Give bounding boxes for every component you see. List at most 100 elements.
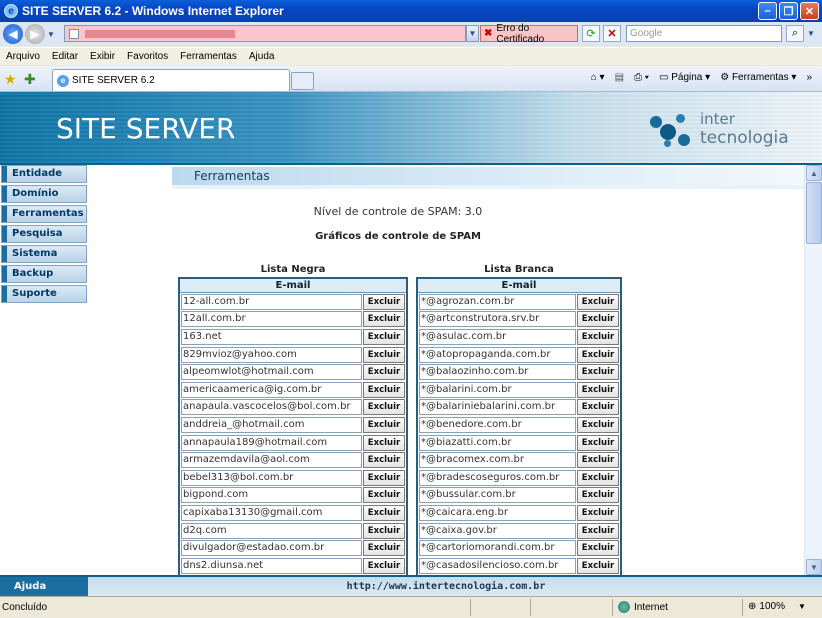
whitelist-delete-button[interactable]: Excluir <box>577 434 619 451</box>
whitelist-delete-button[interactable]: Excluir <box>577 364 619 381</box>
add-favorites-icon[interactable]: ✚ <box>24 71 36 88</box>
whitelist-delete-button[interactable]: Excluir <box>577 522 619 539</box>
favorites-star-icon[interactable]: ★ <box>4 71 17 88</box>
address-dropdown-button[interactable]: ▼ <box>466 25 479 42</box>
minimize-button[interactable]: – <box>758 2 777 20</box>
scroll-down-button[interactable]: ▼ <box>806 559 822 575</box>
whitelist-delete-button[interactable]: Excluir <box>577 346 619 363</box>
blacklist-delete-button[interactable]: Excluir <box>363 364 405 381</box>
blacklist-email-input[interactable]: annapaula189@hotmail.com <box>181 434 362 451</box>
blacklist-email-input[interactable]: d2q.com <box>181 522 362 539</box>
menu-editar[interactable]: Editar <box>52 51 78 62</box>
blacklist-delete-button[interactable]: Excluir <box>363 557 405 574</box>
whitelist-email-input[interactable]: *@caicara.eng.br <box>419 504 576 521</box>
close-button[interactable]: ✕ <box>800 2 819 20</box>
whitelist-delete-button[interactable]: Excluir <box>577 293 619 310</box>
whitelist-delete-button[interactable]: Excluir <box>577 452 619 469</box>
whitelist-delete-button[interactable]: Excluir <box>577 416 619 433</box>
blacklist-delete-button[interactable]: Excluir <box>363 328 405 345</box>
blacklist-email-input[interactable]: bebel313@bol.com.br <box>181 469 362 486</box>
blacklist-email-input[interactable]: armazemdavila@aol.com <box>181 452 362 469</box>
tools-menu[interactable]: ⚙ Ferramentas ▾ <box>720 72 796 83</box>
blacklist-email-input[interactable]: 12all.com.br <box>181 311 362 328</box>
whitelist-email-input[interactable]: *@casadosilencioso.com.br <box>419 557 576 574</box>
search-button[interactable]: ⌕ <box>786 25 804 42</box>
whitelist-email-input[interactable]: *@cartoriomorandi.com.br <box>419 540 576 557</box>
page-menu[interactable]: ▭ Página ▾ <box>659 72 710 83</box>
whitelist-delete-button[interactable]: Excluir <box>577 557 619 574</box>
maximize-button[interactable]: ❐ <box>779 2 798 20</box>
menu-arquivo[interactable]: Arquivo <box>6 51 40 62</box>
menu-exibir[interactable]: Exibir <box>90 51 115 62</box>
blacklist-email-input[interactable]: 829mvioz@yahoo.com <box>181 346 362 363</box>
blacklist-email-input[interactable]: alpeomwlot@hotmail.com <box>181 364 362 381</box>
sidebar-item-pesquisa[interactable]: Pesquisa <box>1 225 87 243</box>
blacklist-delete-button[interactable]: Excluir <box>363 522 405 539</box>
blacklist-delete-button[interactable]: Excluir <box>363 311 405 328</box>
help-link[interactable]: Ajuda <box>0 577 88 596</box>
whitelist-delete-button[interactable]: Excluir <box>577 381 619 398</box>
sidebar-item-sistema[interactable]: Sistema <box>1 245 87 263</box>
sidebar-item-suporte[interactable]: Suporte <box>1 285 87 303</box>
whitelist-delete-button[interactable]: Excluir <box>577 540 619 557</box>
zoom-control[interactable]: ⊕ 100% ▼ <box>748 601 806 612</box>
chevron-more-icon[interactable]: » <box>806 72 812 83</box>
sidebar-item-ferramentas[interactable]: Ferramentas <box>1 205 87 223</box>
blacklist-email-input[interactable]: anddreia_@hotmail.com <box>181 416 362 433</box>
whitelist-email-input[interactable]: *@balariniebalarini.com.br <box>419 399 576 416</box>
blacklist-delete-button[interactable]: Excluir <box>363 487 405 504</box>
whitelist-delete-button[interactable]: Excluir <box>577 469 619 486</box>
certificate-error-button[interactable]: ✖ Erro do Certificado <box>480 23 578 45</box>
address-input[interactable] <box>64 25 466 42</box>
blacklist-email-input[interactable]: bigpond.com <box>181 487 362 504</box>
search-input[interactable]: Google <box>626 25 782 42</box>
home-icon[interactable]: ⌂ ▾ <box>591 72 605 83</box>
stop-button[interactable]: ✕ <box>603 25 621 42</box>
print-icon[interactable]: ⎙ ▾ <box>634 72 649 83</box>
search-options-icon[interactable]: ▼ <box>805 25 817 42</box>
blacklist-email-input[interactable]: 163.net <box>181 328 362 345</box>
blacklist-email-input[interactable]: 12-all.com.br <box>181 293 362 310</box>
whitelist-email-input[interactable]: *@balaozinho.com.br <box>419 364 576 381</box>
whitelist-delete-button[interactable]: Excluir <box>577 328 619 345</box>
whitelist-email-input[interactable]: *@benedore.com.br <box>419 416 576 433</box>
tab-site-server[interactable]: e SITE SERVER 6.2 <box>52 69 290 91</box>
blacklist-email-input[interactable]: anapaula.vascocelos@bol.com.br <box>181 399 362 416</box>
whitelist-email-input[interactable]: *@bracomex.com.br <box>419 452 576 469</box>
whitelist-email-input[interactable]: *@asulac.com.br <box>419 328 576 345</box>
whitelist-email-input[interactable]: *@caixa.gov.br <box>419 522 576 539</box>
whitelist-delete-button[interactable]: Excluir <box>577 504 619 521</box>
back-button[interactable]: ◀ <box>3 24 23 44</box>
blacklist-delete-button[interactable]: Excluir <box>363 416 405 433</box>
forward-button[interactable]: ▶ <box>25 24 45 44</box>
refresh-button[interactable]: ⟳ <box>582 25 600 42</box>
history-dropdown-icon[interactable]: ▼ <box>47 30 55 39</box>
whitelist-email-input[interactable]: *@atopropaganda.com.br <box>419 346 576 363</box>
whitelist-email-input[interactable]: *@balarini.com.br <box>419 381 576 398</box>
whitelist-email-input[interactable]: *@bussular.com.br <box>419 487 576 504</box>
menu-ajuda[interactable]: Ajuda <box>249 51 275 62</box>
blacklist-delete-button[interactable]: Excluir <box>363 504 405 521</box>
whitelist-delete-button[interactable]: Excluir <box>577 487 619 504</box>
scroll-thumb[interactable] <box>806 182 822 244</box>
scroll-up-button[interactable]: ▲ <box>806 165 822 181</box>
whitelist-email-input[interactable]: *@bradescoseguros.com.br <box>419 469 576 486</box>
blacklist-delete-button[interactable]: Excluir <box>363 381 405 398</box>
vertical-scrollbar[interactable]: ▲ ▼ <box>804 165 822 575</box>
sidebar-item-backup[interactable]: Backup <box>1 265 87 283</box>
whitelist-email-input[interactable]: *@agrozan.com.br <box>419 293 576 310</box>
blacklist-delete-button[interactable]: Excluir <box>363 434 405 451</box>
blacklist-delete-button[interactable]: Excluir <box>363 346 405 363</box>
whitelist-delete-button[interactable]: Excluir <box>577 399 619 416</box>
blacklist-email-input[interactable]: capixaba13130@gmail.com <box>181 504 362 521</box>
sidebar-item-dominio[interactable]: Domínio <box>1 185 87 203</box>
blacklist-email-input[interactable]: americaamerica@ig.com.br <box>181 381 362 398</box>
blacklist-delete-button[interactable]: Excluir <box>363 293 405 310</box>
sidebar-item-entidade[interactable]: Entidade <box>1 165 87 183</box>
blacklist-delete-button[interactable]: Excluir <box>363 452 405 469</box>
whitelist-delete-button[interactable]: Excluir <box>577 311 619 328</box>
footer-url[interactable]: http://www.intertecnologia.com.br <box>88 577 804 596</box>
blacklist-delete-button[interactable]: Excluir <box>363 540 405 557</box>
new-tab-button[interactable] <box>291 72 314 90</box>
blacklist-delete-button[interactable]: Excluir <box>363 399 405 416</box>
